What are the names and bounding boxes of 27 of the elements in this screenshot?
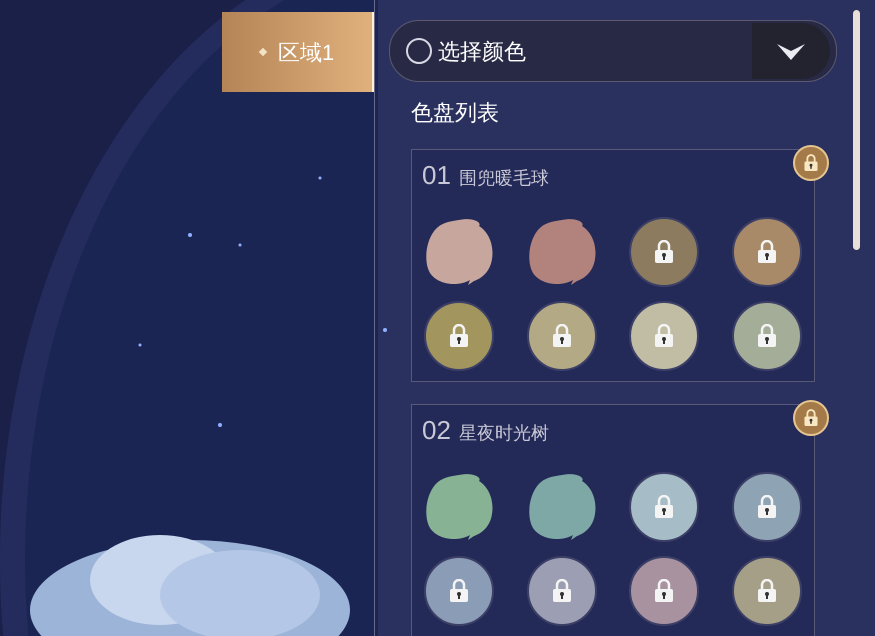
lock-icon: [756, 324, 778, 348]
color-swatch[interactable]: [424, 472, 494, 542]
color-dropdown[interactable]: 选择颜色: [389, 20, 837, 82]
palette-card[interactable]: 01 围兜暖毛球: [411, 149, 815, 382]
color-swatch[interactable]: [526, 217, 596, 287]
lock-icon: [653, 495, 675, 519]
lock-icon: [448, 579, 470, 603]
scrollbar-thumb[interactable]: [853, 10, 860, 250]
palette-number: 01: [422, 159, 451, 192]
lock-icon: [653, 324, 675, 348]
lock-icon: [756, 579, 778, 603]
lock-icon: [448, 324, 470, 348]
section-title: 色盘列表: [411, 99, 500, 127]
lock-icon: [550, 324, 572, 348]
lock-icon: [550, 579, 572, 603]
palette-name: 围兜暖毛球: [458, 167, 549, 190]
color-swatch[interactable]: [424, 217, 494, 287]
radio-icon: [406, 38, 432, 64]
chevron-down-icon: [777, 42, 805, 60]
palette-name: 星夜时光树: [458, 422, 549, 445]
lock-icon: [653, 579, 675, 603]
palette-number: 02: [422, 414, 451, 447]
lock-icon: [756, 240, 778, 264]
color-swatch[interactable]: [526, 472, 596, 542]
palette-card[interactable]: 02 星夜时光树: [411, 404, 815, 636]
lock-icon: [756, 495, 778, 519]
lock-icon: [653, 240, 675, 264]
